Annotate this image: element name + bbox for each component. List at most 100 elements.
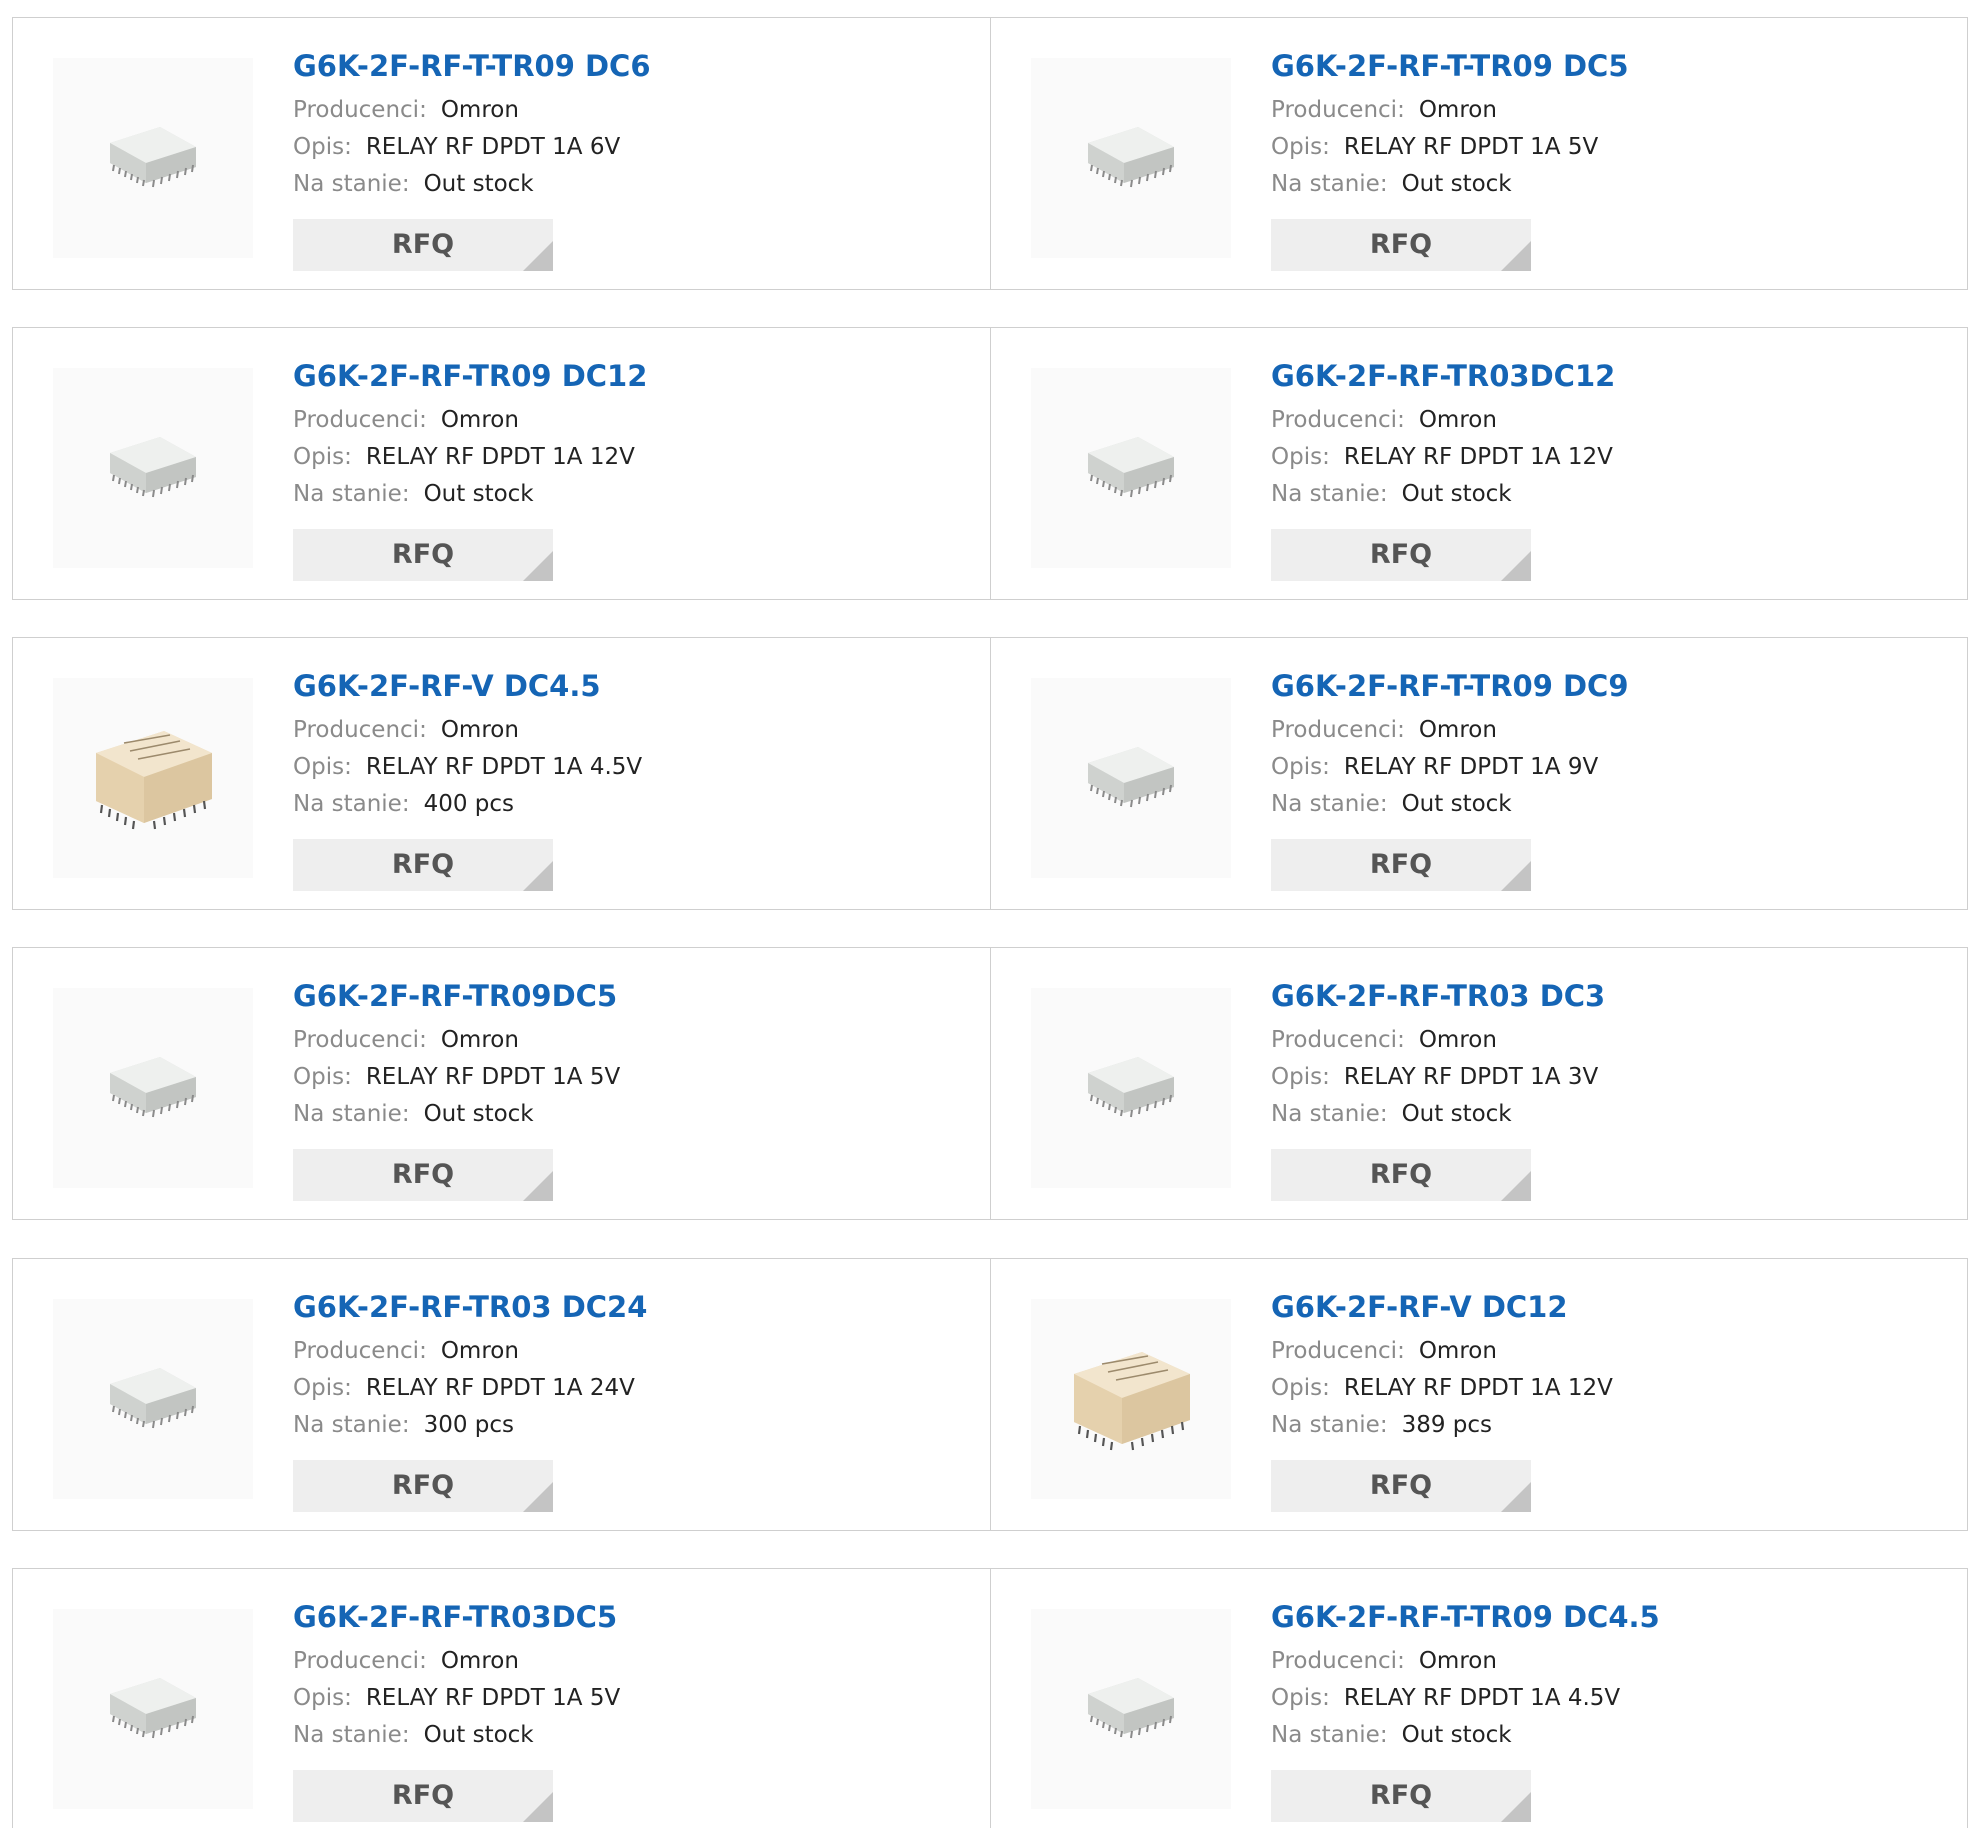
relay-image[interactable]: [1031, 58, 1231, 258]
part-number-link[interactable]: G6K-2F-RF-TR09 DC12: [293, 356, 980, 396]
part-number-link[interactable]: G6K-2F-RF-TR03DC12: [1271, 356, 1957, 396]
rfq-button[interactable]: RFQ: [1271, 839, 1531, 891]
stock-label: Na stanie:: [293, 171, 410, 197]
rfq-button[interactable]: RFQ: [1271, 219, 1531, 271]
description-value: RELAY RF DPDT 1A 6V: [365, 134, 621, 160]
manufacturer-label: Producenci:: [1271, 1027, 1405, 1053]
rfq-button[interactable]: RFQ: [293, 1770, 553, 1822]
product-row: G6K-2F-RF-TR03 DC24 Producenci: Omron Opis:…: [12, 1258, 1968, 1531]
manufacturer-label: Producenci:: [293, 1648, 427, 1674]
manufacturer-row: Producenci: Omron: [293, 1643, 980, 1680]
stock-row: Na stanie: Out stock: [1271, 1717, 1957, 1754]
description-row: Opis: RELAY RF DPDT 1A 12V: [1271, 1370, 1957, 1407]
part-number-link[interactable]: G6K-2F-RF-TR09DC5: [293, 976, 980, 1016]
part-number-link[interactable]: G6K-2F-RF-T-TR09 DC9: [1271, 666, 1957, 706]
part-number-link[interactable]: G6K-2F-RF-TR03DC5: [293, 1597, 980, 1637]
manufacturer-row: Producenci: Omron: [293, 92, 980, 129]
product-card: G6K-2F-RF-TR09 DC12 Producenci: Omron Opis:…: [13, 328, 990, 599]
stock-value: Out stock: [1401, 791, 1512, 817]
product-row: G6K-2F-RF-T-TR09 DC6 Producenci: Omron Opis…: [12, 17, 1968, 290]
product-card: G6K-2F-RF-T-TR09 DC4.5 Producenci: Omron Op…: [990, 1569, 1967, 1828]
part-number-link[interactable]: G6K-2F-RF-V DC4.5: [293, 666, 980, 706]
relay-image[interactable]: [53, 368, 253, 568]
stock-label: Na stanie:: [1271, 1101, 1388, 1127]
stock-row: Na stanie: Out stock: [293, 476, 980, 513]
product-row: G6K-2F-RF-TR03DC5 Producenci: Omron Opis: RE…: [12, 1568, 1968, 1828]
rfq-button[interactable]: RFQ: [293, 839, 553, 891]
relay-image[interactable]: [53, 678, 253, 878]
rfq-label: RFQ: [1369, 539, 1433, 570]
corner-triangle-icon: [523, 1482, 553, 1512]
manufacturer-label: Producenci:: [293, 407, 427, 433]
relay-image[interactable]: [53, 1609, 253, 1809]
description-label: Opis:: [1271, 444, 1330, 470]
description-value: RELAY RF DPDT 1A 5V: [365, 1064, 621, 1090]
relay-image[interactable]: [1031, 988, 1231, 1188]
manufacturer-value: Omron: [1418, 717, 1497, 743]
description-value: RELAY RF DPDT 1A 12V: [365, 444, 635, 470]
product-info: G6K-2F-RF-T-TR09 DC6 Producenci: Omron Opis…: [293, 46, 980, 271]
relay-image[interactable]: [53, 1299, 253, 1499]
manufacturer-value: Omron: [440, 1027, 519, 1053]
rfq-button[interactable]: RFQ: [293, 1460, 553, 1512]
manufacturer-label: Producenci:: [1271, 717, 1405, 743]
rfq-button[interactable]: RFQ: [293, 529, 553, 581]
stock-label: Na stanie:: [293, 481, 410, 507]
rfq-label: RFQ: [391, 539, 455, 570]
description-row: Opis: RELAY RF DPDT 1A 24V: [293, 1370, 980, 1407]
stock-value: Out stock: [423, 171, 534, 197]
rfq-button[interactable]: RFQ: [293, 219, 553, 271]
description-row: Opis: RELAY RF DPDT 1A 6V: [293, 129, 980, 166]
rfq-label: RFQ: [1369, 1159, 1433, 1190]
rfq-button[interactable]: RFQ: [1271, 1770, 1531, 1822]
rfq-button[interactable]: RFQ: [293, 1149, 553, 1201]
manufacturer-row: Producenci: Omron: [1271, 1333, 1957, 1370]
product-info: G6K-2F-RF-T-TR09 DC5 Producenci: Omron Opis…: [1271, 46, 1957, 271]
stock-label: Na stanie:: [293, 1101, 410, 1127]
corner-triangle-icon: [1501, 551, 1531, 581]
stock-row: Na stanie: 389 pcs: [1271, 1407, 1957, 1444]
part-number-link[interactable]: G6K-2F-RF-T-TR09 DC4.5: [1271, 1597, 1957, 1637]
description-row: Opis: RELAY RF DPDT 1A 5V: [293, 1680, 980, 1717]
relay-image[interactable]: [1031, 678, 1231, 878]
description-label: Opis:: [1271, 1064, 1330, 1090]
description-label: Opis:: [293, 754, 352, 780]
stock-label: Na stanie:: [293, 1722, 410, 1748]
part-number-link[interactable]: G6K-2F-RF-TR03 DC24: [293, 1287, 980, 1327]
product-card: G6K-2F-RF-T-TR09 DC6 Producenci: Omron Opis…: [13, 18, 990, 289]
rfq-button[interactable]: RFQ: [1271, 1149, 1531, 1201]
part-number-link[interactable]: G6K-2F-RF-T-TR09 DC5: [1271, 46, 1957, 86]
rfq-button[interactable]: RFQ: [1271, 1460, 1531, 1512]
manufacturer-value: Omron: [1418, 1338, 1497, 1364]
description-label: Opis:: [293, 1685, 352, 1711]
corner-triangle-icon: [523, 1792, 553, 1822]
stock-row: Na stanie: 400 pcs: [293, 786, 980, 823]
part-number-link[interactable]: G6K-2F-RF-V DC12: [1271, 1287, 1957, 1327]
part-number-link[interactable]: G6K-2F-RF-T-TR09 DC6: [293, 46, 980, 86]
relay-image[interactable]: [1031, 368, 1231, 568]
manufacturer-row: Producenci: Omron: [1271, 402, 1957, 439]
corner-triangle-icon: [1501, 1171, 1531, 1201]
stock-label: Na stanie:: [1271, 1412, 1388, 1438]
description-row: Opis: RELAY RF DPDT 1A 9V: [1271, 749, 1957, 786]
description-row: Opis: RELAY RF DPDT 1A 5V: [1271, 129, 1957, 166]
product-info: G6K-2F-RF-TR09 DC12 Producenci: Omron Opis:…: [293, 356, 980, 581]
stock-value: Out stock: [1401, 1722, 1512, 1748]
rfq-label: RFQ: [391, 1470, 455, 1501]
rfq-button[interactable]: RFQ: [1271, 529, 1531, 581]
relay-image[interactable]: [53, 988, 253, 1188]
relay-image[interactable]: [1031, 1299, 1231, 1499]
stock-row: Na stanie: Out stock: [1271, 476, 1957, 513]
manufacturer-label: Producenci:: [1271, 1338, 1405, 1364]
stock-row: Na stanie: Out stock: [1271, 1096, 1957, 1133]
stock-value: Out stock: [1401, 171, 1512, 197]
rfq-label: RFQ: [391, 229, 455, 260]
description-label: Opis:: [293, 444, 352, 470]
rfq-label: RFQ: [1369, 229, 1433, 260]
description-row: Opis: RELAY RF DPDT 1A 12V: [293, 439, 980, 476]
stock-row: Na stanie: Out stock: [1271, 166, 1957, 203]
product-row: G6K-2F-RF-TR09DC5 Producenci: Omron Opis: RE…: [12, 947, 1968, 1220]
relay-image[interactable]: [53, 58, 253, 258]
part-number-link[interactable]: G6K-2F-RF-TR03 DC3: [1271, 976, 1957, 1016]
relay-image[interactable]: [1031, 1609, 1231, 1809]
